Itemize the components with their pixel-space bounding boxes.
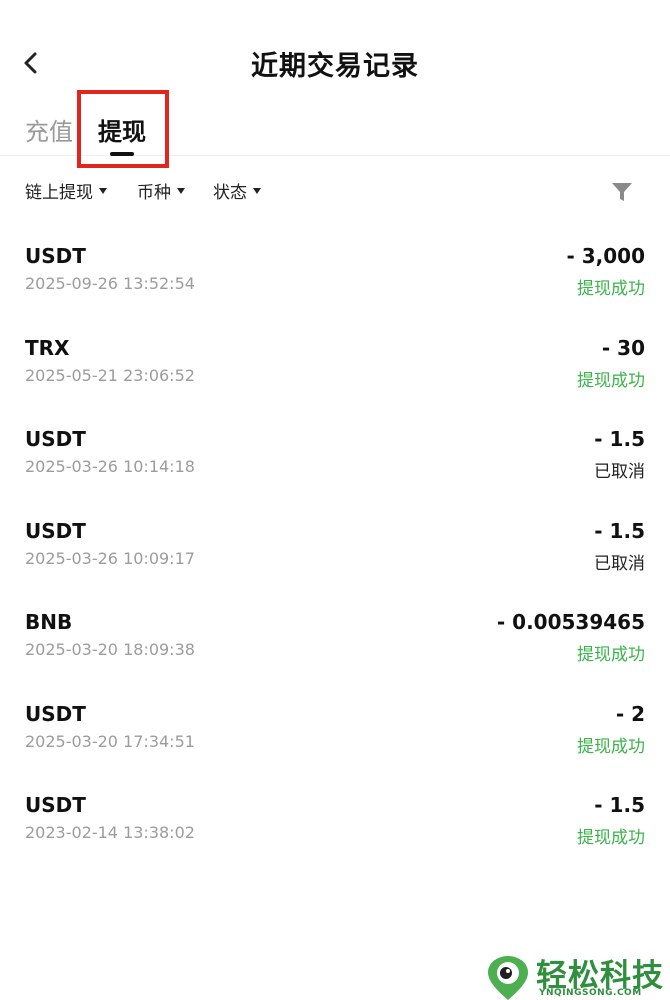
record-amount: - 30 — [601, 335, 645, 360]
caret-down-icon — [177, 187, 185, 194]
caret-down-icon — [99, 187, 107, 194]
status-badge: 提现成功 — [577, 736, 645, 757]
tab-deposit[interactable]: 充值 — [25, 112, 73, 147]
record-amount: - 1.5 — [594, 793, 645, 817]
funnel-filter-button[interactable] — [610, 180, 634, 204]
list-item[interactable]: USDT 2023-02-14 13:38:02 - 1.5 提现成功 — [0, 789, 670, 881]
record-time: 2025-03-26 10:14:18 — [25, 457, 195, 476]
record-time: 2025-03-20 18:09:38 — [25, 640, 195, 659]
list-item[interactable]: USDT 2025-03-26 10:14:18 - 1.5 已取消 — [0, 423, 670, 515]
record-time: 2023-02-14 13:38:02 — [25, 823, 195, 842]
record-time: 2025-03-20 17:34:51 — [25, 731, 195, 751]
record-amount: - 1.5 — [594, 518, 645, 543]
record-list: USDT 2025-09-26 13:52:54 - 3,000 提现成功 TR… — [0, 240, 670, 881]
page-title: 近期交易记录 — [251, 51, 419, 82]
coin-name: USDT — [25, 518, 86, 543]
list-item[interactable]: TRX 2025-05-21 23:06:52 - 30 提现成功 — [0, 332, 670, 424]
funnel-icon — [612, 183, 632, 201]
record-amount: - 3,000 — [566, 244, 645, 268]
watermark-logo-icon — [488, 956, 528, 1000]
coin-name: USDT — [25, 793, 86, 817]
list-item[interactable]: USDT 2025-03-20 17:34:51 - 2 提现成功 — [0, 698, 670, 790]
list-item[interactable]: USDT 2025-09-26 13:52:54 - 3,000 提现成功 — [0, 240, 670, 332]
status-badge: 提现成功 — [577, 828, 645, 848]
record-amount: - 1.5 — [594, 427, 645, 451]
watermark-subtitle: YNQINGSONG.COM — [539, 988, 642, 998]
highlight-annotation-box — [77, 90, 169, 168]
record-time: 2025-05-21 23:06:52 — [25, 365, 195, 385]
list-item[interactable]: USDT 2025-03-26 10:09:17 - 1.5 已取消 — [0, 515, 670, 607]
coin-name: BNB — [25, 610, 73, 634]
filter-status[interactable]: 状态 — [213, 178, 261, 203]
status-badge: 提现成功 — [577, 645, 645, 665]
coin-name: USDT — [25, 244, 86, 268]
record-time: 2025-09-26 13:52:54 — [25, 274, 195, 293]
status-badge: 已取消 — [594, 553, 645, 574]
filter-label: 币种 — [137, 183, 171, 203]
coin-name: USDT — [25, 701, 86, 726]
coin-name: TRX — [25, 335, 70, 360]
status-badge: 已取消 — [594, 462, 645, 482]
caret-down-icon — [253, 187, 261, 194]
status-badge: 提现成功 — [577, 370, 645, 391]
coin-name: USDT — [25, 427, 86, 451]
filter-label: 链上提现 — [25, 183, 93, 203]
filter-label: 状态 — [213, 183, 247, 203]
record-amount: - 0.00539465 — [496, 610, 645, 634]
record-time: 2025-03-26 10:09:17 — [25, 548, 195, 568]
filter-coin[interactable]: 币种 — [137, 178, 185, 203]
filter-withdraw-type[interactable]: 链上提现 — [25, 178, 107, 203]
list-item[interactable]: BNB 2025-03-20 18:09:38 - 0.00539465 提现成… — [0, 606, 670, 698]
record-amount: - 2 — [615, 701, 645, 726]
status-badge: 提现成功 — [577, 279, 645, 299]
watermark: 轻松科技 YNQINGSONG.COM — [484, 950, 670, 1000]
filter-bar: 链上提现 币种 状态 — [0, 178, 670, 208]
